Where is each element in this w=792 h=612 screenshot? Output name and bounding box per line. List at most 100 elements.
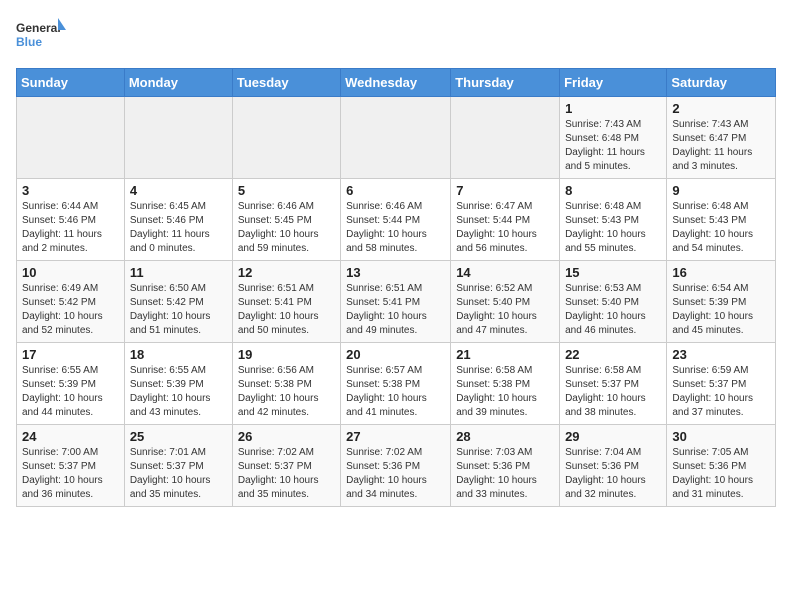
weekday-header: Sunday	[17, 69, 125, 97]
day-number: 24	[22, 429, 119, 444]
calendar-day-cell: 30Sunrise: 7:05 AM Sunset: 5:36 PM Dayli…	[667, 425, 776, 507]
page-header: General Blue	[16, 16, 776, 56]
day-info: Sunrise: 6:48 AM Sunset: 5:43 PM Dayligh…	[565, 200, 661, 256]
weekday-header: Friday	[560, 69, 667, 97]
calendar-day-cell: 28 Sunrise: 7:03 AM Sunset: 5:36 PM Dayli…	[451, 425, 560, 507]
calendar-week-row: 10 Sunrise: 6:49 AM Sunset: 5:42 PM Dayli…	[17, 261, 776, 343]
day-info: Sunrise: 6:58 AM Sunset: 5:38 PM Dayligh…	[456, 364, 554, 420]
calendar-week-row: 17 Sunrise: 6:55 AM Sunset: 5:39 PM Dayli…	[17, 343, 776, 425]
day-number: 21	[456, 347, 554, 362]
weekday-header: Saturday	[667, 69, 776, 97]
day-number: 10	[22, 265, 119, 280]
logo-svg: General Blue	[16, 16, 66, 56]
day-number: 2	[672, 101, 770, 116]
day-info: Sunrise: 7:00 AM Sunset: 5:37 PM Dayligh…	[22, 446, 119, 502]
calendar-day-cell: 21 Sunrise: 6:58 AM Sunset: 5:38 PM Dayli…	[451, 343, 560, 425]
calendar-day-cell: 9Sunrise: 6:48 AM Sunset: 5:43 PM Daylig…	[667, 179, 776, 261]
day-info: Sunrise: 7:04 AM Sunset: 5:36 PM Dayligh…	[565, 446, 661, 502]
calendar-day-cell: 27Sunrise: 7:02 AM Sunset: 5:36 PM Dayli…	[341, 425, 451, 507]
day-number: 12	[238, 265, 335, 280]
weekday-header: Monday	[124, 69, 232, 97]
day-number: 8	[565, 183, 661, 198]
calendar-week-row: 1Sunrise: 7:43 AM Sunset: 6:48 PM Daylig…	[17, 97, 776, 179]
day-info: Sunrise: 6:58 AM Sunset: 5:37 PM Dayligh…	[565, 364, 661, 420]
svg-text:Blue: Blue	[16, 35, 42, 49]
logo: General Blue	[16, 16, 66, 56]
calendar-day-cell: 10 Sunrise: 6:49 AM Sunset: 5:42 PM Dayli…	[17, 261, 125, 343]
calendar-body: 1Sunrise: 7:43 AM Sunset: 6:48 PM Daylig…	[17, 97, 776, 507]
day-info: Sunrise: 6:53 AM Sunset: 5:40 PM Dayligh…	[565, 282, 661, 338]
day-number: 15	[565, 265, 661, 280]
calendar-week-row: 3Sunrise: 6:44 AM Sunset: 5:46 PM Daylig…	[17, 179, 776, 261]
calendar-day-cell: 8 Sunrise: 6:48 AM Sunset: 5:43 PM Daylig…	[560, 179, 667, 261]
calendar-day-cell: 5 Sunrise: 6:46 AM Sunset: 5:45 PM Daylig…	[232, 179, 340, 261]
day-info: Sunrise: 6:50 AM Sunset: 5:42 PM Dayligh…	[130, 282, 227, 338]
calendar-day-cell: 22 Sunrise: 6:58 AM Sunset: 5:37 PM Dayli…	[560, 343, 667, 425]
calendar-table: SundayMondayTuesdayWednesdayThursdayFrid…	[16, 68, 776, 507]
calendar-day-cell: 6 Sunrise: 6:46 AM Sunset: 5:44 PM Daylig…	[341, 179, 451, 261]
calendar-day-cell	[17, 97, 125, 179]
calendar-day-cell: 20Sunrise: 6:57 AM Sunset: 5:38 PM Dayli…	[341, 343, 451, 425]
calendar-day-cell: 15 Sunrise: 6:53 AM Sunset: 5:40 PM Dayli…	[560, 261, 667, 343]
day-number: 29	[565, 429, 661, 444]
day-number: 3	[22, 183, 119, 198]
day-info: Sunrise: 6:51 AM Sunset: 5:41 PM Dayligh…	[346, 282, 445, 338]
day-number: 20	[346, 347, 445, 362]
calendar-day-cell: 12 Sunrise: 6:51 AM Sunset: 5:41 PM Dayli…	[232, 261, 340, 343]
day-number: 5	[238, 183, 335, 198]
calendar-day-cell	[451, 97, 560, 179]
weekday-row: SundayMondayTuesdayWednesdayThursdayFrid…	[17, 69, 776, 97]
day-info: Sunrise: 7:03 AM Sunset: 5:36 PM Dayligh…	[456, 446, 554, 502]
weekday-header: Thursday	[451, 69, 560, 97]
day-number: 26	[238, 429, 335, 444]
day-number: 6	[346, 183, 445, 198]
day-info: Sunrise: 6:59 AM Sunset: 5:37 PM Dayligh…	[672, 364, 770, 420]
day-number: 9	[672, 183, 770, 198]
day-number: 16	[672, 265, 770, 280]
day-info: Sunrise: 6:52 AM Sunset: 5:40 PM Dayligh…	[456, 282, 554, 338]
day-info: Sunrise: 6:56 AM Sunset: 5:38 PM Dayligh…	[238, 364, 335, 420]
calendar-day-cell: 11 Sunrise: 6:50 AM Sunset: 5:42 PM Dayli…	[124, 261, 232, 343]
day-number: 7	[456, 183, 554, 198]
calendar-day-cell: 23 Sunrise: 6:59 AM Sunset: 5:37 PM Dayli…	[667, 343, 776, 425]
calendar-day-cell	[232, 97, 340, 179]
day-number: 28	[456, 429, 554, 444]
calendar-day-cell: 13 Sunrise: 6:51 AM Sunset: 5:41 PM Dayli…	[341, 261, 451, 343]
calendar-day-cell	[124, 97, 232, 179]
day-number: 22	[565, 347, 661, 362]
calendar-day-cell: 7 Sunrise: 6:47 AM Sunset: 5:44 PM Daylig…	[451, 179, 560, 261]
day-number: 19	[238, 347, 335, 362]
day-info: Sunrise: 6:45 AM Sunset: 5:46 PM Dayligh…	[130, 200, 227, 256]
calendar-day-cell	[341, 97, 451, 179]
day-info: Sunrise: 6:55 AM Sunset: 5:39 PM Dayligh…	[130, 364, 227, 420]
calendar-header: SundayMondayTuesdayWednesdayThursdayFrid…	[17, 69, 776, 97]
weekday-header: Tuesday	[232, 69, 340, 97]
day-number: 23	[672, 347, 770, 362]
day-info: Sunrise: 6:46 AM Sunset: 5:44 PM Dayligh…	[346, 200, 445, 256]
day-info: Sunrise: 7:05 AM Sunset: 5:36 PM Dayligh…	[672, 446, 770, 502]
day-number: 14	[456, 265, 554, 280]
day-number: 17	[22, 347, 119, 362]
day-info: Sunrise: 7:02 AM Sunset: 5:36 PM Dayligh…	[346, 446, 445, 502]
day-number: 18	[130, 347, 227, 362]
day-info: Sunrise: 7:01 AM Sunset: 5:37 PM Dayligh…	[130, 446, 227, 502]
calendar-day-cell: 3Sunrise: 6:44 AM Sunset: 5:46 PM Daylig…	[17, 179, 125, 261]
day-info: Sunrise: 7:02 AM Sunset: 5:37 PM Dayligh…	[238, 446, 335, 502]
calendar-day-cell: 1Sunrise: 7:43 AM Sunset: 6:48 PM Daylig…	[560, 97, 667, 179]
day-info: Sunrise: 7:43 AM Sunset: 6:47 PM Dayligh…	[672, 118, 770, 174]
calendar-day-cell: 24 Sunrise: 7:00 AM Sunset: 5:37 PM Dayli…	[17, 425, 125, 507]
day-info: Sunrise: 6:47 AM Sunset: 5:44 PM Dayligh…	[456, 200, 554, 256]
day-info: Sunrise: 6:51 AM Sunset: 5:41 PM Dayligh…	[238, 282, 335, 338]
calendar-day-cell: 17 Sunrise: 6:55 AM Sunset: 5:39 PM Dayli…	[17, 343, 125, 425]
calendar-day-cell: 26 Sunrise: 7:02 AM Sunset: 5:37 PM Dayli…	[232, 425, 340, 507]
calendar-day-cell: 2 Sunrise: 7:43 AM Sunset: 6:47 PM Daylig…	[667, 97, 776, 179]
day-number: 25	[130, 429, 227, 444]
day-info: Sunrise: 6:49 AM Sunset: 5:42 PM Dayligh…	[22, 282, 119, 338]
day-number: 11	[130, 265, 227, 280]
day-number: 1	[565, 101, 661, 116]
day-info: Sunrise: 6:55 AM Sunset: 5:39 PM Dayligh…	[22, 364, 119, 420]
day-number: 13	[346, 265, 445, 280]
calendar-day-cell: 29 Sunrise: 7:04 AM Sunset: 5:36 PM Dayli…	[560, 425, 667, 507]
weekday-header: Wednesday	[341, 69, 451, 97]
day-info: Sunrise: 6:46 AM Sunset: 5:45 PM Dayligh…	[238, 200, 335, 256]
